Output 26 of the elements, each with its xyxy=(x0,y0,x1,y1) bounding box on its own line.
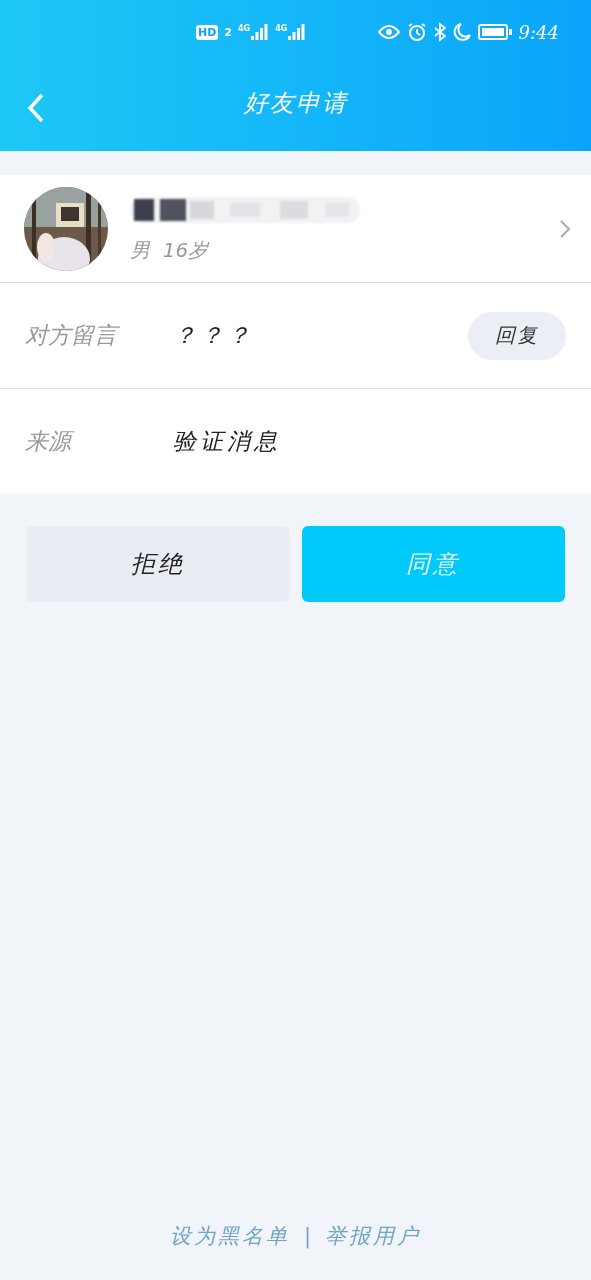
network-label: 4G xyxy=(275,24,288,33)
moon-icon xyxy=(452,23,471,41)
reply-button[interactable]: 回复 xyxy=(468,311,566,360)
eye-icon xyxy=(377,24,400,40)
accept-button[interactable]: 同意 xyxy=(301,526,565,602)
gender-age: 男 16岁 xyxy=(130,237,211,264)
clock-time: 9:44 xyxy=(518,21,559,43)
footer-link[interactable]: 设为黑名单 xyxy=(169,1222,290,1250)
sim-number: 2 xyxy=(224,25,232,39)
chevron-right-icon[interactable] xyxy=(559,218,571,239)
page-title: 好友申请 xyxy=(243,87,348,119)
field-value: ？？？ xyxy=(173,321,255,350)
footer-link[interactable]: 举报用户 xyxy=(325,1222,422,1250)
field-label: 来源 xyxy=(25,426,173,457)
hd-badge: HD xyxy=(196,24,219,40)
back-icon[interactable] xyxy=(26,91,46,124)
signal-icon xyxy=(288,24,307,40)
field-label: 对方留言 xyxy=(25,320,173,351)
reject-button[interactable]: 拒绝 xyxy=(26,526,290,602)
network-label: 4G xyxy=(238,24,251,33)
footer-separator: | xyxy=(303,1224,312,1248)
alarm-icon xyxy=(406,22,427,42)
battery-icon xyxy=(477,24,512,40)
bluetooth-icon xyxy=(433,22,446,42)
field-value: 验证消息 xyxy=(173,427,282,456)
signal-icon xyxy=(251,24,270,40)
